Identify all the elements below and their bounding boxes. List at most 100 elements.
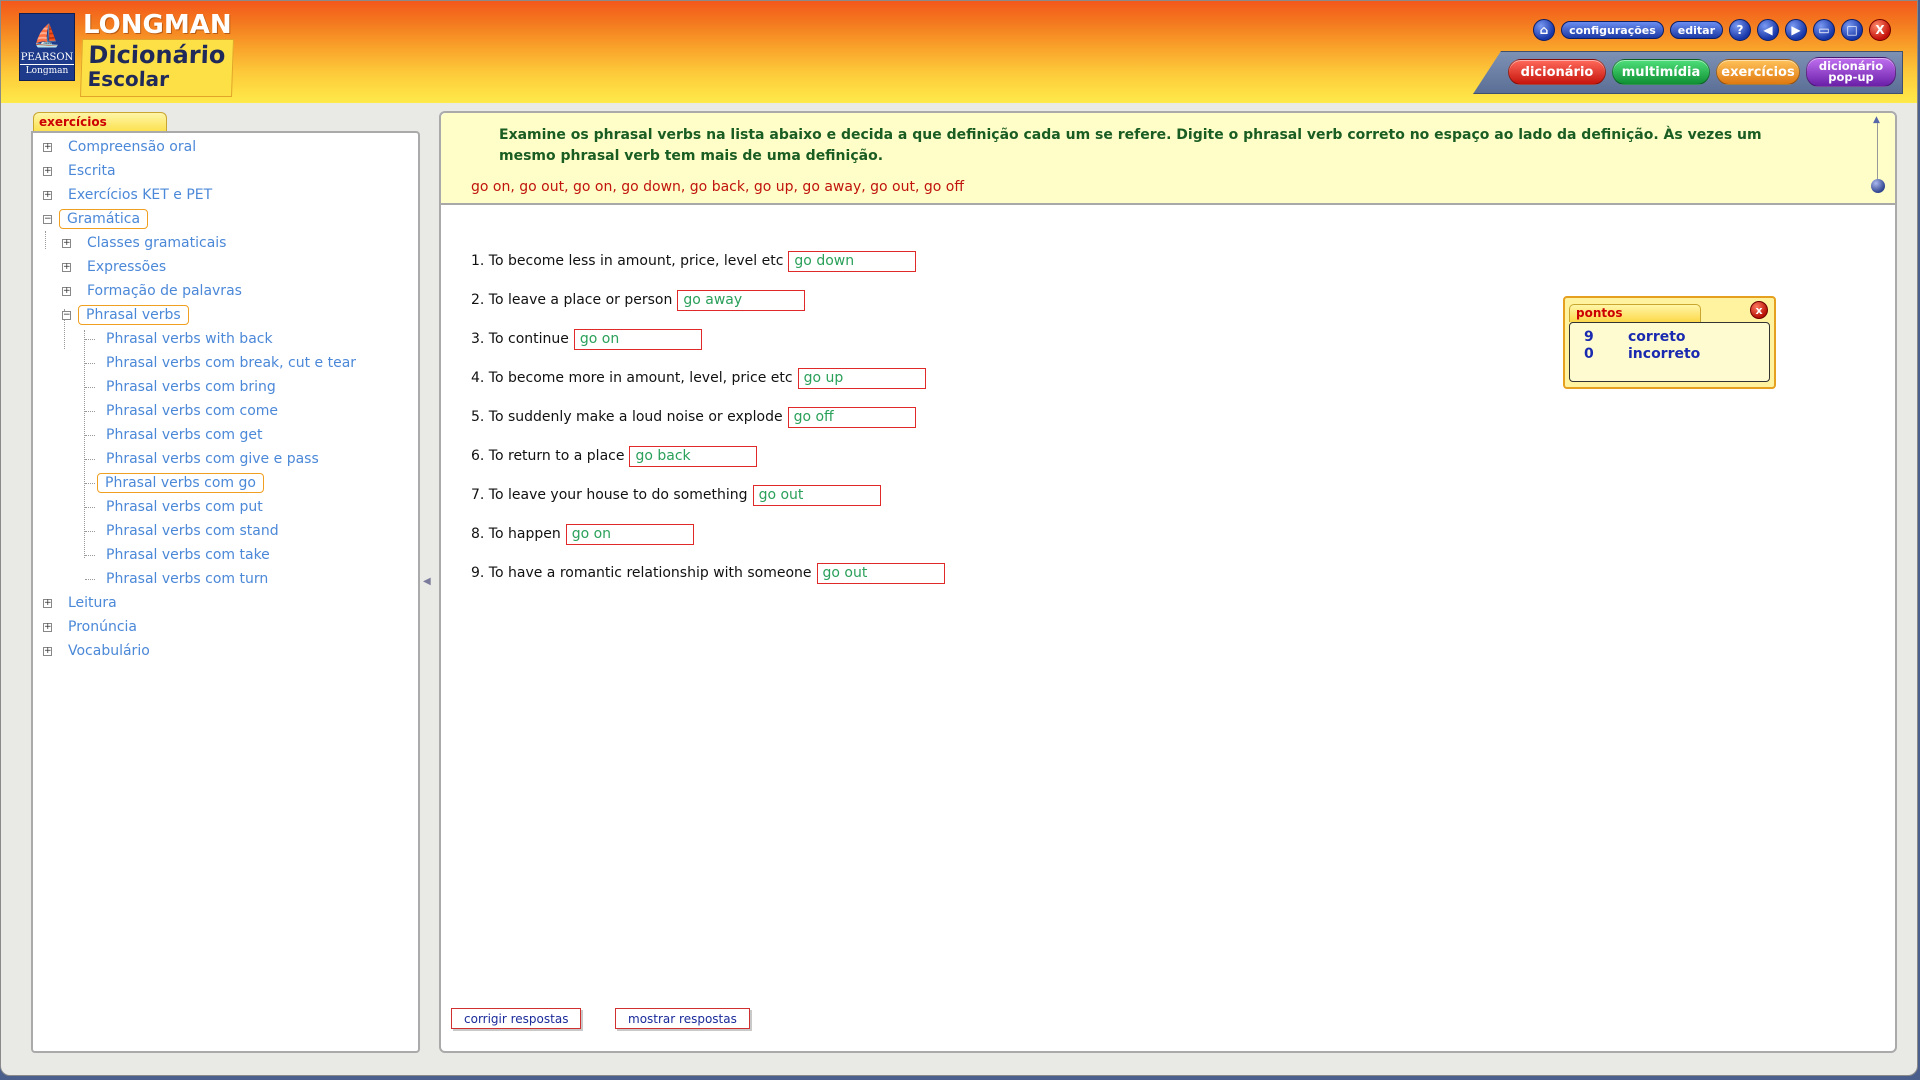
expand-icon[interactable]: + <box>43 599 52 608</box>
correct-label: correto <box>1628 329 1686 345</box>
question-row: 4. To become more in amount, level, pric… <box>471 366 926 390</box>
answer-input[interactable] <box>573 328 702 350</box>
score-title: pontos <box>1569 304 1701 322</box>
expand-icon[interactable]: + <box>43 647 52 656</box>
expand-icon[interactable]: + <box>43 623 52 632</box>
answer-input[interactable] <box>629 445 758 467</box>
collapse-icon[interactable]: − <box>43 215 52 224</box>
score-body: 9 correto 0 incorreto <box>1569 322 1770 382</box>
tree-item-label: Phrasal verbs com turn <box>106 571 269 587</box>
tree-item-label: Phrasal verbs com break, cut e tear <box>106 355 357 371</box>
check-answers-button[interactable]: corrigir respostas <box>451 1008 582 1029</box>
tree-item-label: Phrasal verbs com get <box>106 427 263 443</box>
tree-item-label: Escrita <box>68 163 116 179</box>
question-row: 6. To return to a place <box>471 444 758 468</box>
question-row: 3. To continue <box>471 327 702 351</box>
instructions-text: Examine os phrasal verbs na lista abaixo… <box>499 127 1762 164</box>
correct-count: 9 <box>1584 329 1594 345</box>
product-title-line2: Escolar <box>87 67 170 91</box>
tree-connector <box>85 363 95 364</box>
instructions-area: Examine os phrasal verbs na lista abaixo… <box>441 113 1895 205</box>
expand-icon[interactable]: + <box>62 263 71 272</box>
edit-button[interactable]: editar <box>1669 21 1723 39</box>
close-icon[interactable]: X <box>1869 19 1891 41</box>
question-text: 6. To return to a place <box>471 448 625 464</box>
tree-connector <box>85 555 95 556</box>
tree-item-label: Leitura <box>68 595 117 611</box>
restore-window-icon[interactable]: ▭ <box>1813 19 1835 41</box>
tree-connector <box>85 411 95 412</box>
maximize-window-icon[interactable]: □ <box>1841 19 1863 41</box>
question-row: 1. To become less in amount, price, leve… <box>471 249 917 273</box>
incorrect-count: 0 <box>1584 346 1594 362</box>
tree-connector <box>85 459 95 460</box>
home-icon[interactable]: ⌂ <box>1533 19 1556 41</box>
window-toolbar: ⌂ configurações editar ? ◀ ▶ ▭ □ X <box>1533 18 1891 42</box>
tree-connector <box>84 330 85 558</box>
app-window: ⛵ PEARSON Longman LONGMAN Dicionário Esc… <box>0 0 1918 1076</box>
tree-connector <box>45 231 46 249</box>
collapse-icon[interactable]: − <box>62 311 71 320</box>
question-row: 9. To have a romantic relationship with … <box>471 561 945 585</box>
question-text: 5. To suddenly make a loud noise or expl… <box>471 409 783 425</box>
tree-item-label: Classes gramaticais <box>87 235 227 251</box>
splitter-collapse-icon[interactable]: ◀ <box>423 576 431 587</box>
answer-input[interactable] <box>816 562 945 584</box>
answer-input[interactable] <box>752 484 881 506</box>
tree-item-label: Phrasal verbs with back <box>106 331 273 347</box>
tree-connector <box>85 339 95 340</box>
sidebar-tree: + Compreensão oral + Escrita + Exercício… <box>31 131 420 1053</box>
question-text: 1. To become less in amount, price, leve… <box>471 253 784 269</box>
score-correct-row: 9 correto <box>1584 329 1686 345</box>
answer-input[interactable] <box>677 289 806 311</box>
question-text: 3. To continue <box>471 331 569 347</box>
product-title-line1: Dicionário <box>87 41 226 69</box>
tree-item-label: Phrasal verbs com go <box>97 473 264 493</box>
tree-item-label: Gramática <box>59 209 149 229</box>
expand-icon[interactable]: + <box>43 167 52 176</box>
tab-exercicios[interactable]: exercícios <box>1716 59 1800 85</box>
publisher-top: PEARSON <box>20 52 74 63</box>
question-text: 2. To leave a place or person <box>471 292 673 308</box>
tree-connector <box>85 387 95 388</box>
pearson-longman-logo: ⛵ PEARSON Longman <box>19 13 75 81</box>
tree-connector <box>85 507 95 508</box>
show-answers-button[interactable]: mostrar respostas <box>615 1008 750 1029</box>
tree-item-label: Phrasal verbs com stand <box>106 523 279 539</box>
tree-item-label: Phrasal verbs com give e pass <box>106 451 319 467</box>
tree-connector <box>85 531 95 532</box>
expand-icon[interactable]: + <box>43 143 52 152</box>
instructions-scrollbar[interactable]: ▲ <box>1871 115 1885 199</box>
expand-icon[interactable]: + <box>62 239 71 248</box>
tree-connector <box>85 435 95 436</box>
publisher-bottom: Longman <box>20 64 74 77</box>
expand-icon[interactable]: + <box>62 287 71 296</box>
sidebar-tab[interactable]: exercícios <box>33 112 167 132</box>
help-icon[interactable]: ? <box>1729 19 1751 41</box>
forward-arrow-icon[interactable]: ▶ <box>1785 19 1807 41</box>
answer-input[interactable] <box>788 250 917 272</box>
question-text: 8. To happen <box>471 526 561 542</box>
tab-dicionario[interactable]: dicionário <box>1508 59 1606 85</box>
tree-item-label: Phrasal verbs <box>78 305 189 325</box>
question-row: 5. To suddenly make a loud noise or expl… <box>471 405 916 429</box>
brand-title: LONGMAN <box>83 10 232 40</box>
scroll-thumb[interactable] <box>1871 179 1885 193</box>
tab-dicionario-popup[interactable]: dicionário pop-up <box>1806 57 1896 87</box>
expand-icon[interactable]: + <box>43 191 52 200</box>
tree-connector <box>85 579 95 580</box>
settings-button[interactable]: configurações <box>1561 21 1664 39</box>
tab-multimidia[interactable]: multimídia <box>1612 59 1710 85</box>
question-text: 9. To have a romantic relationship with … <box>471 565 812 581</box>
main-nav: dicionário multimídia exercícios dicioná… <box>1473 51 1903 94</box>
question-text: 4. To become more in amount, level, pric… <box>471 370 793 386</box>
tree-item-label: Phrasal verbs com take <box>106 547 270 563</box>
question-text: 7. To leave your house to do something <box>471 487 748 503</box>
answer-input[interactable] <box>787 406 916 428</box>
answer-input[interactable] <box>565 523 694 545</box>
ship-crest-icon: ⛵ <box>33 24 61 49</box>
tree-connector <box>85 483 95 484</box>
back-arrow-icon[interactable]: ◀ <box>1757 19 1779 41</box>
close-icon[interactable]: x <box>1750 301 1768 319</box>
answer-input[interactable] <box>797 367 926 389</box>
